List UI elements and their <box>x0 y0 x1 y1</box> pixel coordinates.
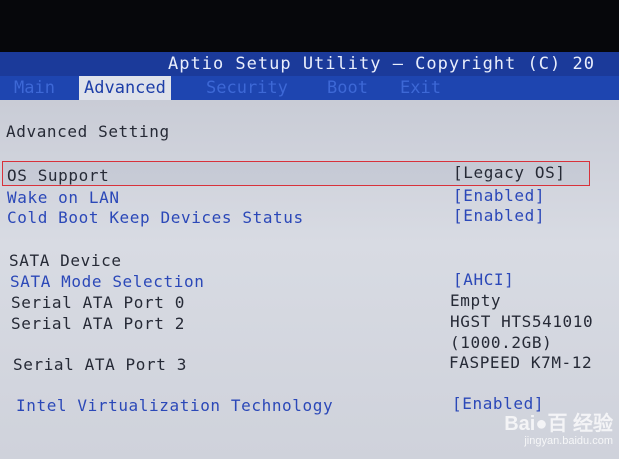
cold-boot-label[interactable]: Cold Boot Keep Devices Status <box>7 208 304 227</box>
sata-port2-size: (1000.2GB) <box>450 333 553 352</box>
sata-heading: SATA Device <box>9 251 122 270</box>
os-support-value[interactable]: [Legacy OS] <box>453 163 566 182</box>
app-title: Aptio Setup Utility – Copyright (C) 20 <box>168 54 595 74</box>
tab-bar: Main Advanced Security Boot Exit <box>0 76 619 100</box>
os-support-label[interactable]: OS Support <box>7 166 109 185</box>
tab-security[interactable]: Security <box>206 78 288 98</box>
virtualization-label[interactable]: Intel Virtualization Technology <box>16 396 333 415</box>
baidu-watermark: Bai●百 经验 jingyan.baidu.com <box>503 407 613 453</box>
tab-exit[interactable]: Exit <box>400 78 441 98</box>
sata-port3-value: FASPEED K7M-12 <box>449 353 593 372</box>
sata-port0-label: Serial ATA Port 0 <box>11 293 185 312</box>
wake-on-lan-value[interactable]: [Enabled] <box>453 186 545 205</box>
watermark-url: jingyan.baidu.com <box>524 435 613 447</box>
sata-port2-label: Serial ATA Port 2 <box>11 314 185 333</box>
sata-mode-label[interactable]: SATA Mode Selection <box>10 272 204 291</box>
watermark-logo: Bai●百 经验 <box>504 413 613 435</box>
tab-main[interactable]: Main <box>14 78 55 98</box>
sata-port2-value: HGST HTS541010 <box>450 312 594 331</box>
sata-mode-value[interactable]: [AHCI] <box>453 270 514 289</box>
tab-advanced[interactable]: Advanced <box>79 76 171 100</box>
title-bar: Aptio Setup Utility – Copyright (C) 20 <box>0 52 619 76</box>
cold-boot-value[interactable]: [Enabled] <box>453 206 545 225</box>
sata-port0-value: Empty <box>450 291 502 310</box>
screen-top-border <box>0 0 619 52</box>
section-title: Advanced Setting <box>6 122 170 141</box>
sata-port3-label: Serial ATA Port 3 <box>13 355 187 374</box>
wake-on-lan-label[interactable]: Wake on LAN <box>7 188 120 207</box>
tab-boot[interactable]: Boot <box>327 78 368 98</box>
